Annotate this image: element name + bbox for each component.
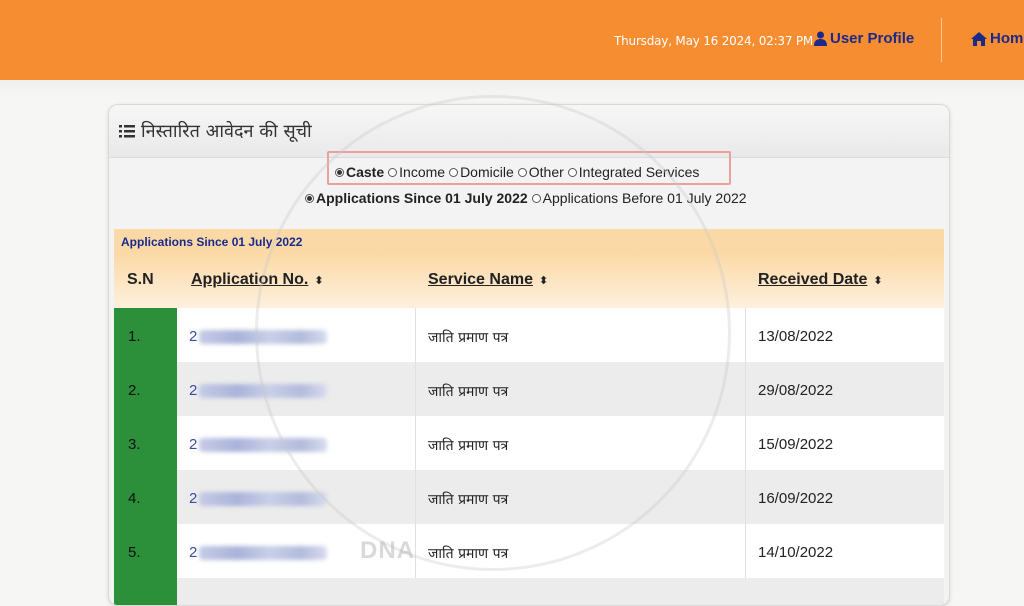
row-sn: 4. [114, 470, 177, 524]
application-number-link[interactable]: 2 [177, 308, 415, 362]
disposed-applications-card: निस्तारित आवेदन की सूची Caste Income Dom… [108, 104, 950, 606]
current-datetime: Thursday, May 16 2024, 02:37 PM [614, 34, 814, 48]
list-icon [119, 125, 135, 138]
header-received-date[interactable]: Received Date ⬍ [758, 271, 883, 289]
service-name-cell: जाति प्रमाण पत्र [415, 308, 745, 362]
radio-button[interactable] [517, 167, 527, 177]
service-type-radio-group: Caste Income Domicile Other Integrated S… [335, 164, 703, 180]
sort-icon[interactable]: ⬍ [873, 274, 882, 287]
application-number-link[interactable]: 2 [177, 416, 415, 470]
redacted-application-number [199, 438, 328, 453]
redacted-application-number [199, 546, 328, 561]
table-caption-band: Applications Since 01 July 2022 [114, 229, 944, 253]
row-sn [114, 578, 177, 605]
table-row: 5. 2 जाति प्रमाण पत्र 14/10/2022 [114, 524, 944, 578]
radio-domicile[interactable]: Domicile [449, 164, 514, 180]
radio-button[interactable] [449, 167, 459, 177]
table-caption: Applications Since 01 July 2022 [121, 235, 303, 249]
service-name-cell: जाति प्रमाण पत्र [415, 362, 745, 416]
radio-button[interactable] [567, 167, 577, 177]
row-sn: 5. [114, 524, 177, 578]
header-service-name[interactable]: Service Name ⬍ [428, 271, 548, 289]
radio-button[interactable] [388, 167, 398, 177]
sub-band [0, 80, 1024, 100]
radio-button[interactable] [305, 193, 314, 203]
card-title-text: निस्तारित आवेदन की सूची [141, 121, 312, 142]
table-row: 1. 2 जाति प्रमाण पत्र 13/08/2022 [114, 308, 944, 362]
redacted-application-number [199, 384, 328, 399]
radio-button[interactable] [335, 167, 344, 177]
header-application-no[interactable]: Application No. ⬍ [191, 271, 324, 289]
home-link[interactable]: Home [970, 30, 1024, 47]
radio-since-july-2022[interactable]: Applications Since 01 July 2022 [305, 190, 528, 206]
table-row: 3. 2 जाति प्रमाण पत्र 15/09/2022 [114, 416, 944, 470]
received-date-cell: 29/08/2022 [745, 362, 944, 416]
home-label: Home [990, 30, 1024, 47]
redacted-application-number [199, 492, 328, 507]
received-date-cell: 14/10/2022 [745, 524, 944, 578]
user-profile-label: User Profile [830, 30, 915, 47]
user-profile-link[interactable]: User Profile [814, 30, 914, 47]
header-sn: S.N [127, 271, 154, 288]
application-number-link[interactable]: 2 [177, 524, 415, 578]
table-row: 2. 2 जाति प्रमाण पत्र 29/08/2022 [114, 362, 944, 416]
radio-before-july-2022[interactable]: Applications Before 01 July 2022 [531, 190, 747, 206]
received-date-cell: 16/09/2022 [745, 470, 944, 524]
card-title: निस्तारित आवेदन की सूची [119, 119, 312, 143]
service-name-cell: जाति प्रमाण पत्र [415, 524, 745, 578]
header-divider [941, 18, 942, 62]
period-radio-group: Applications Since 01 July 2022 Applicat… [305, 190, 751, 206]
table-header: S.N Application No. ⬍ Service Name ⬍ Recei… [114, 253, 944, 308]
received-date-cell: 15/09/2022 [745, 416, 944, 470]
table-row: 4. 2 जाति प्रमाण पत्र 16/09/2022 [114, 470, 944, 524]
received-date-cell: 13/08/2022 [745, 308, 944, 362]
sort-icon[interactable]: ⬍ [539, 274, 548, 287]
sort-icon[interactable]: ⬍ [314, 274, 323, 287]
table-row [114, 578, 944, 605]
application-number-link[interactable]: 2 [177, 362, 415, 416]
redacted-application-number [199, 330, 328, 345]
row-sn: 3. [114, 416, 177, 470]
radio-other[interactable]: Other [517, 164, 564, 180]
home-icon [971, 31, 987, 46]
top-bar: Thursday, May 16 2024, 02:37 PM User Pro… [0, 0, 1024, 80]
row-sn: 1. [114, 308, 177, 362]
user-icon [814, 31, 827, 46]
radio-caste[interactable]: Caste [335, 164, 384, 180]
service-name-cell: जाति प्रमाण पत्र [415, 470, 745, 524]
radio-income[interactable]: Income [388, 164, 445, 180]
radio-button[interactable] [531, 193, 541, 203]
service-name-cell: जाति प्रमाण पत्र [415, 416, 745, 470]
radio-integrated-services[interactable]: Integrated Services [567, 164, 699, 180]
row-sn: 2. [114, 362, 177, 416]
application-number-link[interactable]: 2 [177, 470, 415, 524]
